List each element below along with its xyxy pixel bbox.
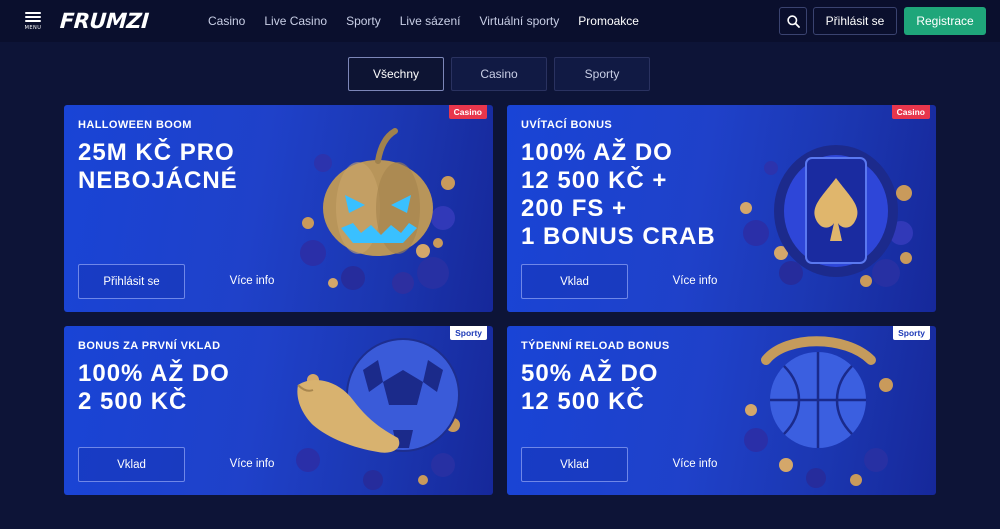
login-button[interactable]: Přihlásit se — [813, 7, 897, 35]
promo-card-halloween[interactable]: Casino HALLOWEEN BOOM 25M KČ PRO NEBOJÁC… — [64, 105, 493, 312]
category-tag: Casino — [891, 105, 930, 119]
promo-headline-line: 1 BONUS CRAB — [521, 223, 716, 250]
promo-card-weekly-reload[interactable]: Sporty TÝDENNÍ RELOAD BONUS 50% AŽ DO 12… — [507, 326, 936, 495]
menu-button[interactable]: MENU — [22, 12, 44, 32]
nav-promoakce[interactable]: Promoakce — [578, 14, 639, 28]
deposit-button[interactable]: Vklad — [521, 264, 628, 299]
more-info-link[interactable]: Více info — [222, 275, 282, 287]
promo-subtitle: BONUS ZA PRVNÍ VKLAD — [78, 340, 221, 352]
hamburger-icon-bar — [25, 16, 41, 18]
promo-headline-line: 100% AŽ DO — [78, 360, 230, 387]
category-tag: Casino — [448, 105, 487, 119]
promo-headline-line: 50% AŽ DO — [521, 360, 659, 387]
promo-subtitle: UVÍTACÍ BONUS — [521, 119, 613, 131]
more-info-link[interactable]: Více info — [665, 275, 725, 287]
pumpkin-illustration — [283, 123, 473, 303]
search-button[interactable] — [779, 7, 807, 35]
promo-headline-line: 100% AŽ DO — [521, 139, 673, 166]
login-cta-button[interactable]: Přihlásit se — [78, 264, 185, 299]
promo-card-welcome-bonus[interactable]: Casino UVÍTACÍ BONUS 100% AŽ DO 12 500 K… — [507, 105, 936, 312]
nav-virtualni-sporty[interactable]: Virtuální sporty — [479, 14, 559, 28]
search-icon — [786, 14, 800, 28]
promo-headline-line: 2 500 KČ — [78, 388, 188, 415]
football-boot-illustration — [283, 330, 473, 495]
promo-headline: 50% AŽ DO 12 500 KČ — [521, 360, 658, 416]
nav-live-sazeni[interactable]: Live sázení — [400, 14, 461, 28]
slot-reel-illustration — [726, 123, 926, 303]
deposit-button[interactable]: Vklad — [78, 447, 185, 482]
main-nav: Casino Live Casino Sporty Live sázení Vi… — [208, 0, 658, 42]
promo-subtitle: TÝDENNÍ RELOAD BONUS — [521, 340, 670, 352]
more-info-link[interactable]: Více info — [222, 458, 282, 470]
hamburger-icon — [25, 12, 41, 14]
tab-casino[interactable]: Casino — [451, 57, 547, 91]
promo-card-first-deposit[interactable]: Sporty BONUS ZA PRVNÍ VKLAD 100% AŽ DO 2… — [64, 326, 493, 495]
promo-headline-line: 12 500 KČ + — [521, 167, 668, 194]
deposit-button[interactable]: Vklad — [521, 447, 628, 482]
basketball-illustration — [726, 330, 906, 495]
promo-headline: 100% AŽ DO 2 500 KČ — [78, 360, 230, 416]
promo-headline-line: 200 FS + — [521, 195, 628, 222]
tab-vsechny[interactable]: Všechny — [348, 57, 444, 91]
promo-headline-line: 25M KČ PRO — [78, 139, 235, 166]
nav-casino[interactable]: Casino — [208, 14, 245, 28]
nav-sporty[interactable]: Sporty — [346, 14, 381, 28]
promo-headline-line: NEBOJÁCNÉ — [78, 167, 238, 194]
promo-headline: 25M KČ PRO NEBOJÁCNÉ — [78, 139, 238, 195]
hamburger-icon-bar — [25, 20, 41, 22]
promo-filter-tabs: Všechny Casino Sporty — [348, 57, 657, 91]
tab-sporty[interactable]: Sporty — [554, 57, 650, 91]
more-info-link[interactable]: Více info — [665, 458, 725, 470]
register-button[interactable]: Registrace — [904, 7, 986, 35]
promo-subtitle: HALLOWEEN BOOM — [78, 119, 192, 131]
menu-label: MENU — [24, 25, 42, 31]
brand-logo[interactable]: FRUMZI — [59, 9, 149, 33]
promo-headline-line: 12 500 KČ — [521, 388, 645, 415]
promo-headline: 100% AŽ DO 12 500 KČ + 200 FS + 1 BONUS … — [521, 139, 716, 251]
top-header: MENU FRUMZI Casino Live Casino Sporty Li… — [0, 0, 1000, 42]
nav-live-casino[interactable]: Live Casino — [264, 14, 327, 28]
